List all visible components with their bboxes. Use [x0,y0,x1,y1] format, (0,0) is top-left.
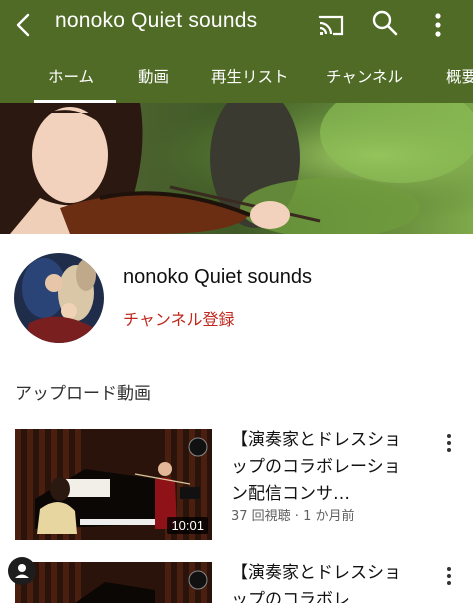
video-meta: 37 回視聴 · 1 か月前 [231,509,355,524]
back-icon[interactable] [8,10,38,40]
video-duration: 10:01 [167,517,208,534]
video-thumbnail[interactable]: 10:01 [15,429,212,540]
subscribe-button[interactable]: チャンネル登録 [123,306,235,330]
top-toolbar: nonoko Quiet sounds [0,0,473,50]
video-title[interactable]: 【演奏家とドレスショップのコラボレ [231,560,416,603]
app-bar: nonoko Quiet sounds ホーム 動画 再生リスト チャンネル 概… [0,0,473,103]
tab-channels[interactable]: チャンネル [326,65,403,87]
video-more-icon[interactable] [441,432,457,454]
tab-playlists[interactable]: 再生リスト [211,65,289,87]
channel-avatar[interactable] [14,253,104,343]
uploads-section-title[interactable]: アップロード動画 [15,379,151,404]
channel-name: nonoko Quiet sounds [123,266,313,288]
channel-banner [0,103,473,234]
cast-icon[interactable] [316,10,346,40]
tab-home[interactable]: ホーム [48,65,94,87]
video-title[interactable]: 【演奏家とドレスショップのコラボレーション配信コンサ… [231,427,416,508]
tab-about[interactable]: 概要 [446,65,473,87]
channel-tabs: ホーム 動画 再生リスト チャンネル 概要 [0,56,473,103]
search-icon[interactable] [370,8,400,38]
video-thumbnail[interactable] [15,562,212,603]
person-icon [15,564,29,578]
channel-title: nonoko Quiet sounds [55,9,258,32]
more-vert-icon[interactable] [428,10,448,40]
video-more-icon[interactable] [441,565,457,587]
tab-videos[interactable]: 動画 [138,65,169,87]
profile-avatar-button[interactable] [8,557,36,585]
